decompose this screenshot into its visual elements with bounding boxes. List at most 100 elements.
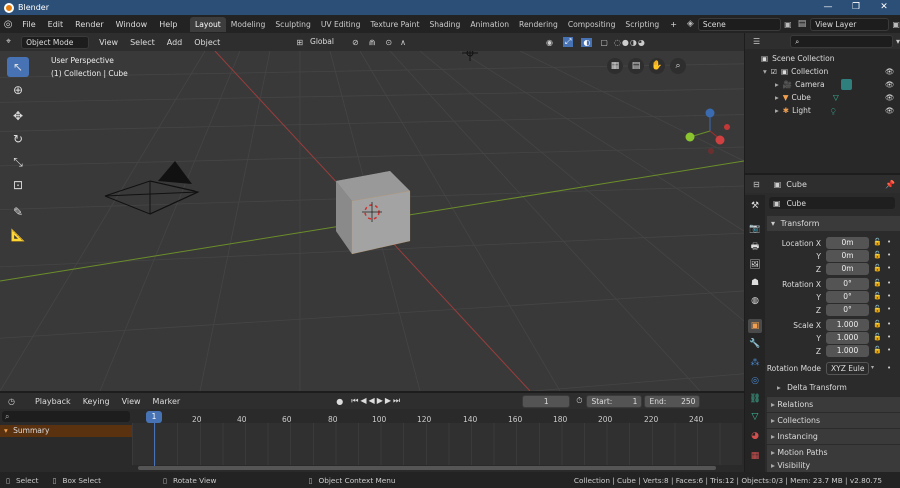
- menu-view[interactable]: View: [93, 38, 124, 47]
- summary-channel[interactable]: ▾ Summary: [0, 425, 132, 437]
- lock-icon[interactable]: 🔓: [873, 305, 882, 313]
- tab-modeling[interactable]: Modeling: [226, 17, 271, 32]
- menu-add[interactable]: Add: [161, 38, 189, 47]
- menu-timeline-view[interactable]: View: [116, 397, 147, 406]
- keyframe-dot-icon[interactable]: •: [887, 333, 891, 341]
- pin-icon[interactable]: 📌: [885, 180, 895, 189]
- keyframe-dot-icon[interactable]: •: [887, 346, 891, 354]
- menu-object[interactable]: Object: [188, 38, 226, 47]
- measure-tool[interactable]: 📐: [7, 225, 29, 245]
- minimize-button[interactable]: —: [814, 0, 842, 15]
- menu-playback[interactable]: Playback: [29, 397, 77, 406]
- menu-edit[interactable]: Edit: [42, 20, 70, 29]
- add-workspace-button[interactable]: +: [664, 20, 683, 29]
- snap-icon[interactable]: ⋒: [369, 38, 376, 47]
- collections-section[interactable]: ▸ Collections: [767, 413, 900, 428]
- zoom-icon[interactable]: ⌕: [670, 58, 686, 74]
- texture-tab-icon[interactable]: ▦: [748, 449, 762, 463]
- lock-icon[interactable]: 🔓: [873, 292, 882, 300]
- overlay-toggle-icon[interactable]: ◐: [581, 37, 593, 47]
- playhead-frame[interactable]: 1: [146, 411, 162, 423]
- close-button[interactable]: ✕: [870, 0, 898, 15]
- end-frame-field[interactable]: End: 250: [644, 394, 701, 408]
- xray-icon[interactable]: ▢: [600, 38, 608, 47]
- 3d-viewport[interactable]: User Perspective (1) Collection | Cube ↖…: [0, 51, 744, 391]
- lock-icon[interactable]: 🔓: [873, 264, 882, 272]
- pan-hand-icon[interactable]: ✋: [649, 58, 665, 74]
- tab-shading[interactable]: Shading: [424, 17, 465, 32]
- menu-file[interactable]: File: [16, 20, 41, 29]
- scene-selector[interactable]: Scene: [697, 17, 782, 31]
- keyframe-dot-icon[interactable]: •: [887, 279, 891, 287]
- outliner-row-cube[interactable]: ▸ ▼ Cube ▽ 👁: [745, 91, 900, 104]
- outliner-row-collection[interactable]: ▾ ☑ ▣ Collection 👁: [745, 65, 900, 78]
- lock-icon[interactable]: 🔓: [873, 238, 882, 246]
- shading-modes-icon[interactable]: ◌●◑◕: [614, 38, 646, 47]
- tab-animation[interactable]: Animation: [465, 17, 514, 32]
- visibility-section[interactable]: ▸ Visibility: [767, 460, 900, 472]
- proportional-edit-icon[interactable]: ⊙: [385, 38, 392, 47]
- properties-editor-icon[interactable]: ⊟: [753, 180, 760, 189]
- eye-icon[interactable]: 👁: [885, 93, 895, 102]
- scale-y-field[interactable]: 1.000: [826, 332, 869, 344]
- playback-controls-icon[interactable]: ⏮◀◀▶▶⏭: [351, 396, 402, 406]
- new-scene-icon[interactable]: ▣: [784, 20, 792, 29]
- relations-section[interactable]: ▸ Relations: [767, 397, 900, 412]
- tab-rendering[interactable]: Rendering: [514, 17, 563, 32]
- cursor-tool[interactable]: ⊕: [7, 80, 29, 100]
- menu-select[interactable]: Select: [124, 38, 161, 47]
- menu-help[interactable]: Help: [153, 20, 183, 29]
- outliner-search-input[interactable]: ⌕: [790, 34, 893, 48]
- eye-icon[interactable]: 👁: [885, 67, 895, 76]
- data-tab-icon[interactable]: ▽: [748, 410, 762, 424]
- menu-window[interactable]: Window: [110, 20, 154, 29]
- keyframe-dot-icon[interactable]: •: [887, 364, 891, 372]
- rotation-mode-select[interactable]: XYZ Eule: [826, 362, 869, 375]
- perspective-toggle-icon[interactable]: ▤: [628, 58, 644, 74]
- rotation-y-field[interactable]: 0°: [826, 291, 869, 303]
- visibility-icon[interactable]: ◉: [546, 38, 553, 47]
- filter-icon[interactable]: ▾: [896, 37, 900, 46]
- lock-icon[interactable]: 🔓: [873, 279, 882, 287]
- outliner-row-scene-collection[interactable]: ▣ Scene Collection: [745, 52, 900, 65]
- constraints-tab-icon[interactable]: ⛓: [748, 392, 762, 406]
- location-y-field[interactable]: 0m: [826, 250, 869, 262]
- gizmo-toggle-icon[interactable]: ⤢: [562, 37, 574, 47]
- expand-arrow-icon[interactable]: ▸: [775, 80, 779, 89]
- lock-icon[interactable]: 🔓: [873, 320, 882, 328]
- lock-icon[interactable]: 🔓: [873, 346, 882, 354]
- move-tool[interactable]: ✥: [7, 106, 29, 126]
- record-icon[interactable]: ●: [336, 397, 343, 406]
- location-z-field[interactable]: 0m: [826, 263, 869, 275]
- menu-marker[interactable]: Marker: [147, 397, 187, 406]
- checkbox-icon[interactable]: ☑: [771, 68, 777, 76]
- menu-keying[interactable]: Keying: [77, 397, 116, 406]
- tab-scripting[interactable]: Scripting: [620, 17, 664, 32]
- dopesheet-area[interactable]: [132, 423, 742, 465]
- stopwatch-icon[interactable]: ⏱: [576, 396, 582, 406]
- new-view-layer-icon[interactable]: ▣: [892, 20, 900, 29]
- current-frame-field[interactable]: 1: [522, 394, 571, 408]
- rotation-x-field[interactable]: 0°: [826, 278, 869, 290]
- orientation-select[interactable]: Global: [306, 36, 348, 49]
- scale-x-field[interactable]: 1.000: [826, 319, 869, 331]
- object-mode-select[interactable]: Object Mode: [21, 35, 90, 49]
- timeline-scrollbar[interactable]: [138, 466, 716, 470]
- scale-tool[interactable]: ⤡: [7, 152, 29, 172]
- rotate-tool[interactable]: ↻: [7, 129, 29, 149]
- maximize-button[interactable]: ❐: [842, 0, 870, 15]
- rotation-z-field[interactable]: 0°: [826, 304, 869, 316]
- select-box-tool[interactable]: ↖: [7, 57, 29, 77]
- location-x-field[interactable]: 0m: [826, 237, 869, 249]
- tab-sculpting[interactable]: Sculpting: [270, 17, 315, 32]
- motion-paths-section[interactable]: ▸ Motion Paths: [767, 445, 900, 460]
- material-tab-icon[interactable]: ◕: [748, 429, 762, 443]
- falloff-icon[interactable]: ∧: [400, 38, 406, 47]
- keyframe-dot-icon[interactable]: •: [887, 264, 891, 272]
- view-layer-selector[interactable]: View Layer: [810, 17, 890, 31]
- tool-tab-icon[interactable]: ⚒: [748, 199, 762, 213]
- render-tab-icon[interactable]: 📷: [748, 222, 762, 236]
- tab-compositing[interactable]: Compositing: [563, 17, 621, 32]
- lock-icon[interactable]: 🔓: [873, 251, 882, 259]
- keyframe-dot-icon[interactable]: •: [887, 238, 891, 246]
